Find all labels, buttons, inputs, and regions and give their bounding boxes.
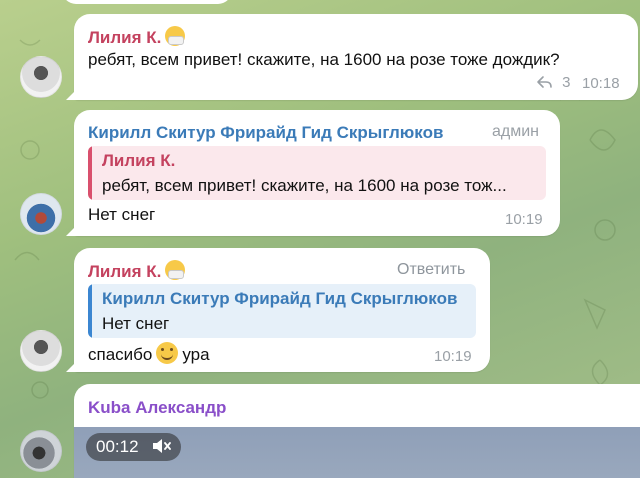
- quote-sender: Кирилл Скитур Фрирайд Гид Скрыглюков: [102, 289, 458, 308]
- quote-text: ребят, всем привет! скажите, на 1600 на …: [102, 176, 507, 195]
- replies-indicator[interactable]: 3: [536, 74, 571, 91]
- quote-sender: Лилия К.: [102, 151, 176, 170]
- sender-name-text: Лилия К.: [88, 28, 162, 47]
- reply-quote[interactable]: Кирилл Скитур Фрирайд Гид Скрыглюков Нет…: [88, 284, 476, 338]
- video-preview[interactable]: 00:12: [74, 427, 640, 478]
- previous-message-bubble-edge: [62, 0, 232, 4]
- message-time: 10:19: [434, 348, 472, 365]
- avatar[interactable]: [20, 56, 62, 98]
- avatar[interactable]: [20, 193, 62, 235]
- sender-name[interactable]: Лилия К.: [88, 260, 186, 282]
- sender-name[interactable]: Лилия К.: [88, 26, 186, 48]
- sender-name[interactable]: Kuba Александр: [88, 398, 226, 418]
- admin-role-label: админ: [492, 123, 540, 140]
- face-with-mask-emoji-icon: [165, 26, 186, 46]
- message-time: 10:18: [582, 75, 620, 92]
- quote-bar: [88, 146, 92, 200]
- message-bubble[interactable]: Кирилл Скитур Фрирайд Гид Скрыглюков адм…: [74, 110, 560, 236]
- sender-name-text: Лилия К.: [88, 262, 162, 281]
- video-duration-badge[interactable]: 00:12: [86, 433, 182, 461]
- quote-bar: [88, 284, 92, 338]
- video-duration: 00:12: [96, 437, 139, 456]
- reply-arrow-icon: [537, 76, 552, 88]
- message-text: спасибо ура: [88, 342, 210, 365]
- quote-text: Нет снег: [102, 314, 170, 333]
- message-text: ребят, всем привет! скажите, на 1600 на …: [88, 50, 560, 69]
- message-text: Нет снег: [88, 205, 156, 224]
- message-text-part: ура: [182, 345, 210, 364]
- face-with-mask-emoji-icon: [165, 260, 186, 280]
- muted-speaker-icon[interactable]: [151, 437, 172, 455]
- message-time: 10:19: [505, 211, 543, 228]
- sender-name[interactable]: Кирилл Скитур Фрирайд Гид Скрыглюков: [88, 123, 443, 143]
- replies-count: 3: [562, 74, 571, 91]
- avatar[interactable]: [20, 430, 62, 472]
- smiling-face-emoji-icon: [156, 342, 179, 364]
- avatar[interactable]: [20, 330, 62, 372]
- message-bubble[interactable]: Лилия К. Ответить Кирилл Скитур Фрирайд …: [74, 248, 490, 372]
- message-bubble[interactable]: Лилия К. ребят, всем привет! скажите, на…: [74, 14, 638, 100]
- reply-quote[interactable]: Лилия К. ребят, всем привет! скажите, на…: [88, 146, 546, 200]
- reply-button[interactable]: Ответить: [397, 261, 465, 279]
- message-text-part: спасибо: [88, 345, 153, 364]
